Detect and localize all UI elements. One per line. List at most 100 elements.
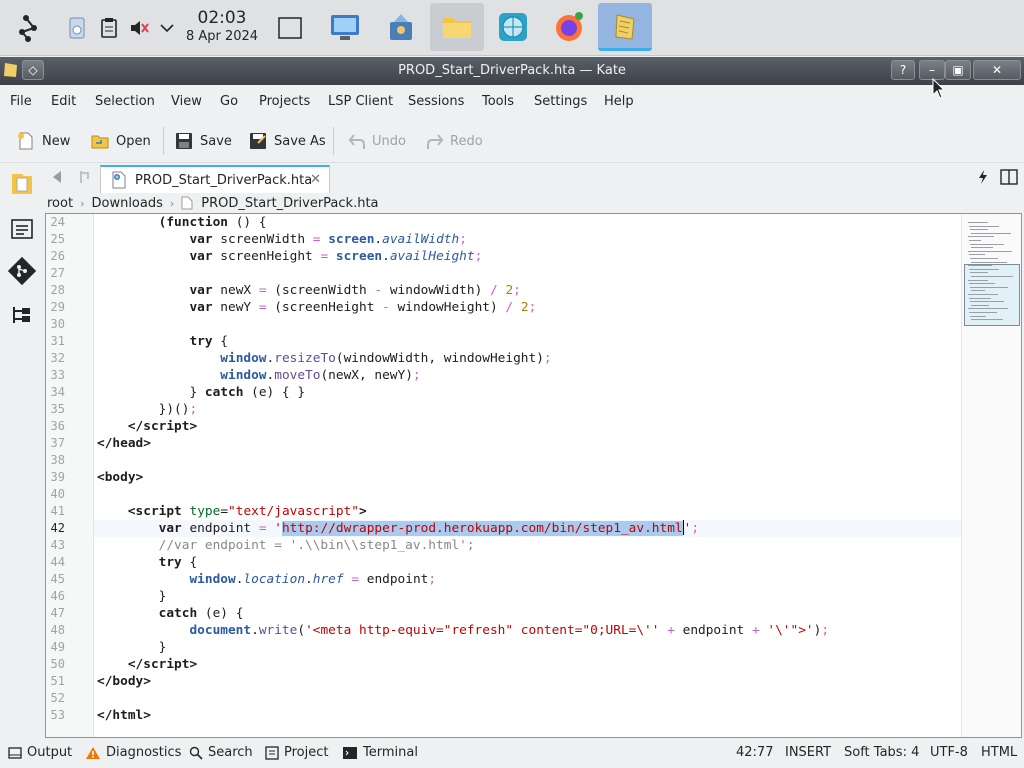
code-line: //var endpoint = '.\\bin\\step1_av.html'… (158, 538, 475, 553)
task-firefox-icon[interactable] (542, 3, 596, 51)
output-label: Output (27, 745, 73, 760)
encoding-selector[interactable]: UTF-8 (930, 745, 968, 760)
code-line: } (97, 589, 167, 604)
task-kate-icon[interactable] (598, 3, 652, 51)
menu-view[interactable]: View (171, 94, 202, 109)
documents-panel-icon[interactable] (8, 170, 36, 198)
menu-file[interactable]: File (10, 94, 32, 109)
tray-expand-chevron-icon[interactable] (158, 16, 180, 40)
menu-projects[interactable]: Projects (259, 94, 310, 109)
terminal-tab[interactable]: Terminal (342, 745, 418, 760)
redo-button[interactable]: Redo (426, 127, 483, 155)
undo-button[interactable]: Undo (348, 127, 406, 155)
indentation-settings[interactable]: Soft Tabs: 4 (844, 745, 919, 760)
redo-icon (427, 134, 444, 149)
tab-close-icon[interactable]: ✕ (310, 172, 321, 187)
breadcrumb-file[interactable]: PROD_Start_DriverPack.hta (201, 196, 378, 211)
code-line: </html> (97, 708, 151, 723)
show-desktop-icon[interactable] (277, 15, 303, 39)
quick-open-icon[interactable] (976, 169, 990, 189)
line-number: 35 (50, 402, 65, 416)
minimap-line (969, 225, 999, 227)
project-tree-icon[interactable] (8, 301, 36, 329)
search-icon (189, 746, 203, 760)
undo-icon (348, 134, 365, 149)
task-browser-globe-icon[interactable] (486, 3, 540, 51)
line-number-gutter: 24 25 26 27 28 29 30 31 32 33 34 35 36 37 38 39 40 41 42 43… (46, 214, 94, 737)
new-button[interactable]: New (16, 127, 70, 155)
menu-help[interactable]: Help (604, 94, 634, 109)
line-number: 37 (50, 436, 65, 450)
volume-muted-icon[interactable] (128, 16, 150, 40)
save-as-button[interactable]: Save As (248, 127, 326, 155)
tab-back-icon[interactable] (50, 169, 64, 189)
clipboard-icon[interactable] (98, 16, 120, 40)
toolbar-separator (333, 127, 334, 155)
output-icon (8, 746, 22, 759)
input-mode[interactable]: INSERT (785, 745, 831, 760)
menu-lsp-client[interactable]: LSP Client (328, 94, 393, 109)
syntax-mode-selector[interactable]: HTML (981, 745, 1017, 760)
minimap-line (968, 294, 998, 295)
project-icon (265, 745, 279, 760)
minimap-line (971, 304, 989, 306)
maximize-icon[interactable]: ▣ (945, 60, 971, 80)
line-number: 28 (50, 283, 65, 297)
minimap-line (968, 308, 1008, 310)
menu-selection[interactable]: Selection (95, 94, 155, 109)
line-number: 53 (50, 708, 65, 722)
minimap[interactable] (961, 214, 1021, 737)
tab-document[interactable]: PROD_Start_DriverPack.hta ✕ (100, 165, 330, 193)
breadcrumb-downloads[interactable]: Downloads (91, 196, 162, 211)
minimap-line (968, 265, 992, 267)
split-view-icon[interactable] (1000, 169, 1018, 189)
help-button[interactable]: ? (891, 60, 915, 80)
cursor-position[interactable]: 42:77 (736, 745, 773, 760)
git-icon[interactable] (8, 257, 36, 285)
undo-label: Undo (372, 133, 406, 149)
minimap-line (969, 283, 995, 285)
save-label: Save (200, 133, 232, 149)
save-as-label: Save As (274, 133, 326, 149)
open-label: Open (116, 133, 151, 149)
task-discover-icon[interactable] (374, 3, 428, 51)
task-system-settings-icon[interactable] (318, 3, 372, 51)
tab-history-icon[interactable] (78, 169, 92, 189)
breadcrumb-root[interactable]: root (47, 196, 73, 211)
window-titlebar[interactable]: ◇ PROD_Start_DriverPack.hta — Kate ? – ▣… (0, 57, 1024, 85)
minimap-line (970, 229, 988, 231)
code-line: window.moveTo(newX, newY); (220, 368, 421, 383)
project-tab[interactable]: Project (265, 745, 328, 760)
menu-go[interactable]: Go (220, 94, 238, 109)
breadcrumb-chevron-icon: › (169, 196, 175, 210)
terminal-icon (343, 746, 357, 759)
code-editor[interactable]: 24 25 26 27 28 29 30 31 32 33 34 35 36 37 38 39 40 41 42 43… (45, 213, 1022, 738)
code-line: <script type="text/javascript"> (127, 504, 367, 519)
menu-tools[interactable]: Tools (482, 94, 514, 109)
code-line: var screenHeight = screen.availHeight; (189, 249, 483, 264)
close-icon[interactable]: ✕ (973, 60, 1021, 80)
diagnostics-label: Diagnostics (106, 745, 182, 760)
application-launcher-icon[interactable] (14, 12, 46, 44)
menu-settings[interactable]: Settings (534, 94, 587, 109)
code-line: (function () { (158, 215, 267, 230)
task-file-manager-icon[interactable] (430, 3, 484, 51)
open-button[interactable]: Open (90, 127, 151, 155)
save-button[interactable]: Save (174, 127, 232, 155)
symbols-list-icon[interactable] (8, 215, 36, 243)
menu-edit[interactable]: Edit (51, 94, 76, 109)
search-tab[interactable]: Search (189, 745, 253, 760)
line-number: 27 (50, 266, 65, 280)
updates-icon[interactable] (66, 16, 88, 40)
line-number: 42 (50, 521, 65, 535)
line-number: 46 (50, 589, 65, 603)
save-as-disk-icon (250, 133, 266, 149)
output-tab[interactable]: Output (8, 745, 72, 760)
minimize-icon[interactable]: – (919, 60, 945, 80)
line-number: 39 (50, 470, 65, 484)
menu-sessions[interactable]: Sessions (408, 94, 464, 109)
diagnostics-tab[interactable]: Diagnostics (85, 745, 181, 760)
digital-clock[interactable]: 02:03 8 Apr 2024 (184, 10, 260, 44)
code-line: </script> (127, 419, 198, 434)
